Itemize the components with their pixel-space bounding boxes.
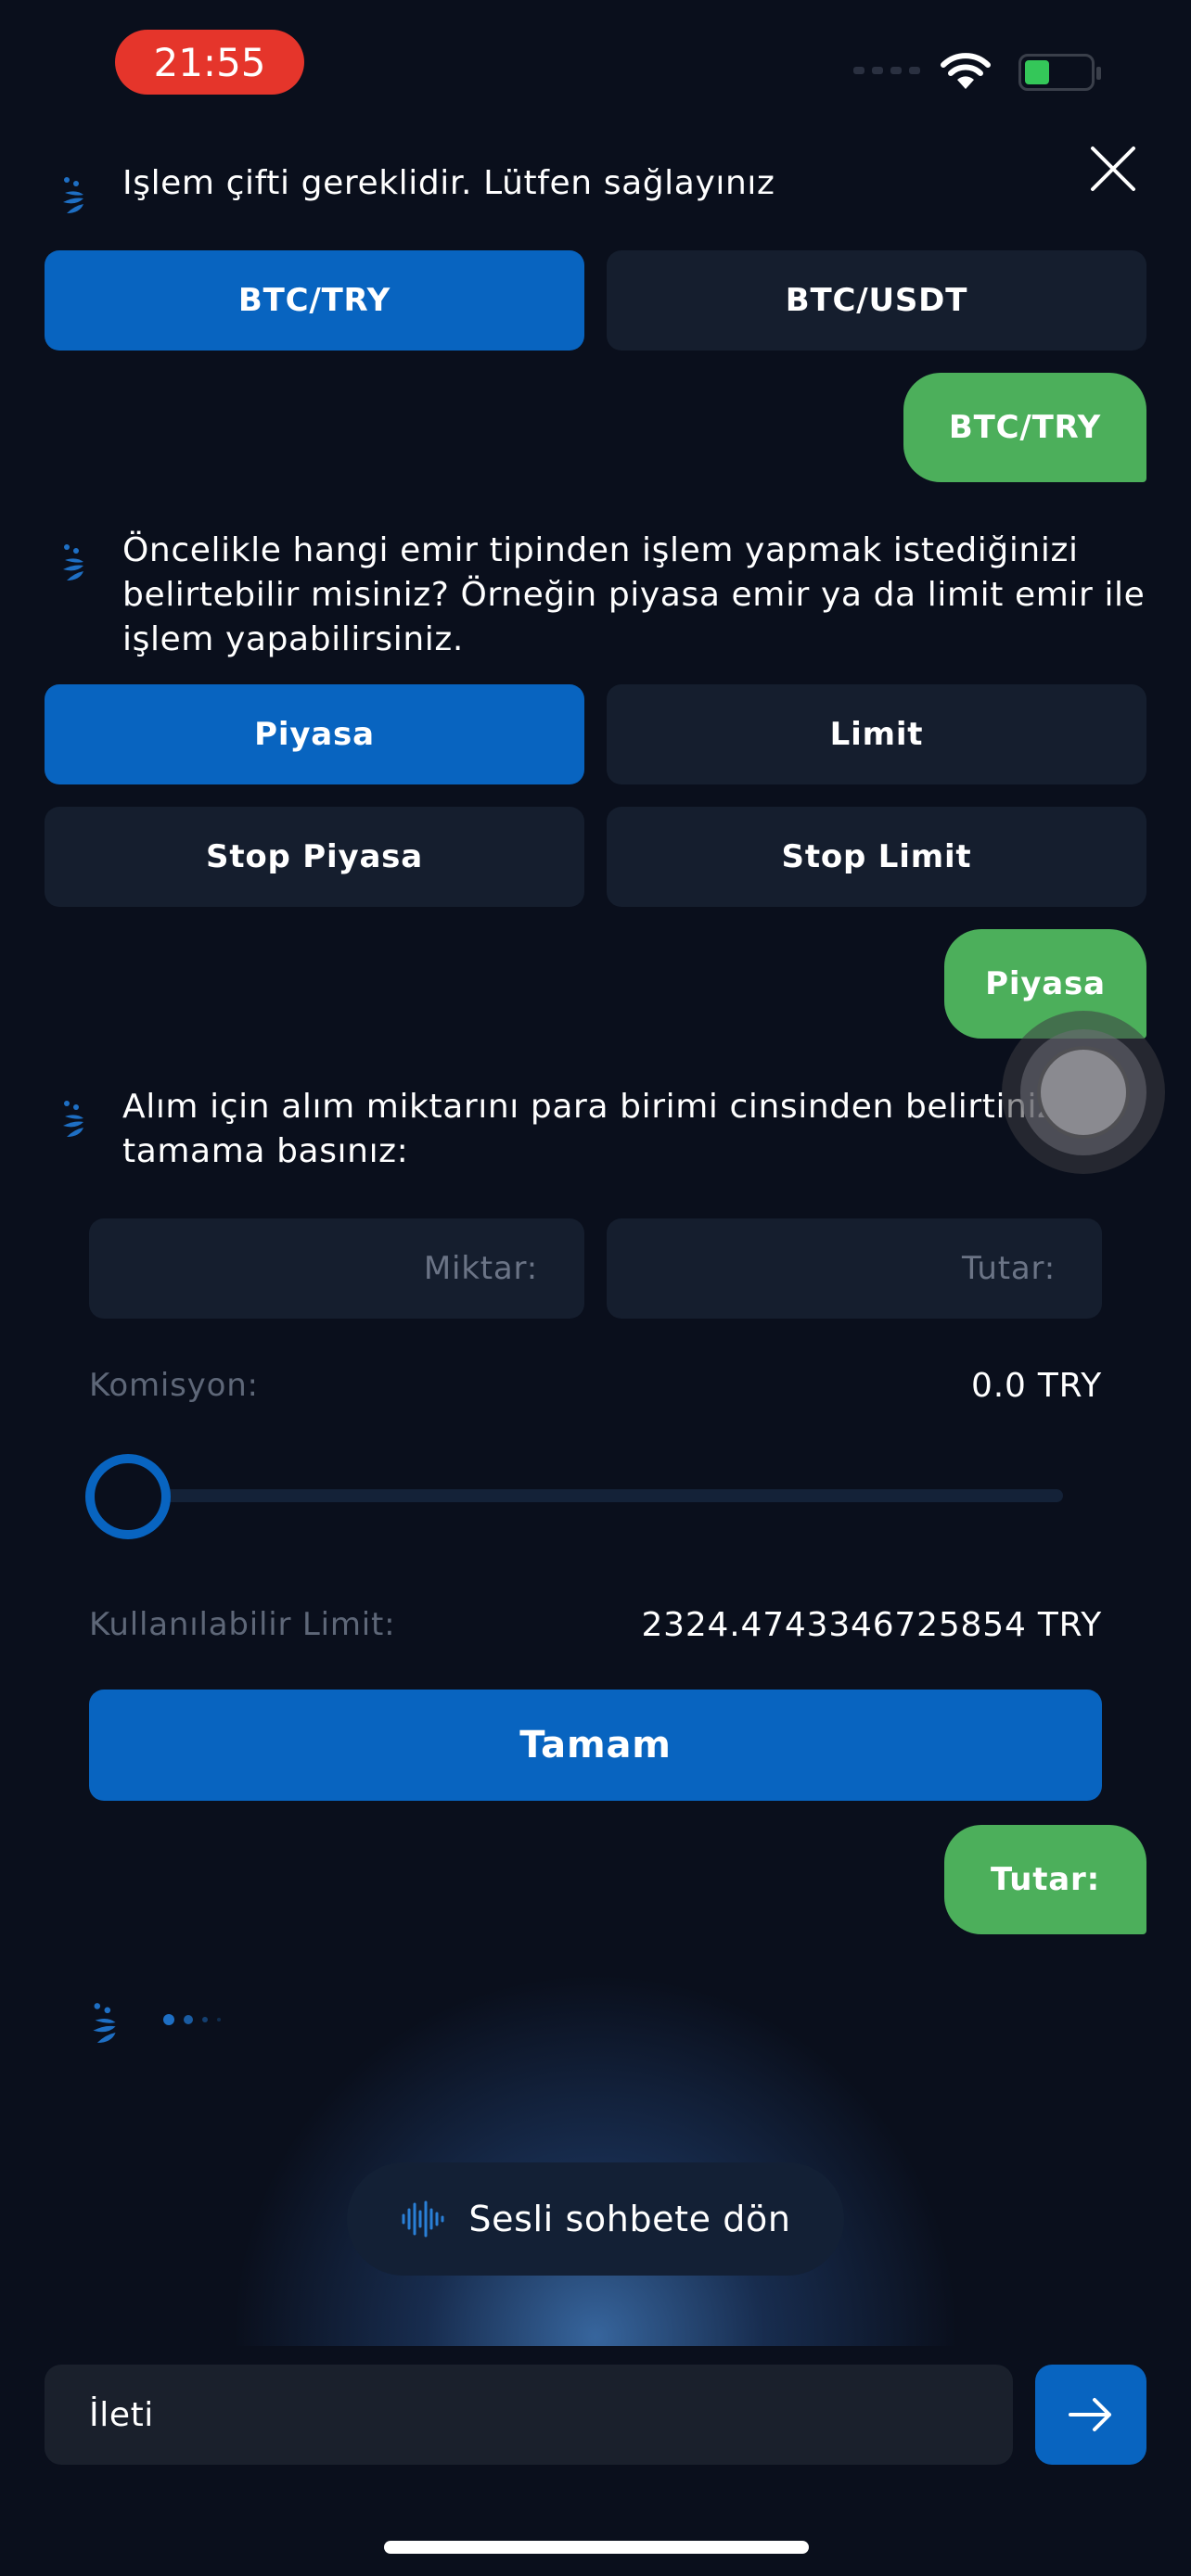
arrow-right-icon (1069, 2398, 1111, 2431)
assistant-message: Işlem çifti gereklidir. Lütfen sağlayını… (122, 164, 775, 202)
assistive-touch-button[interactable] (1002, 1011, 1165, 1174)
option-stop-limit[interactable]: Stop Limit (607, 807, 1146, 907)
option-piyasa[interactable]: Piyasa (45, 684, 584, 784)
option-btc-try[interactable]: BTC/TRY (45, 250, 584, 351)
wifi-icon (941, 53, 991, 89)
cellular-signal-icon (853, 67, 920, 74)
option-btc-usdt[interactable]: BTC/USDT (607, 250, 1146, 351)
voice-chat-label: Sesli sohbete dön (468, 2199, 791, 2239)
status-bar: 21:55 (0, 0, 1191, 130)
amount-slider-thumb[interactable] (85, 1454, 171, 1539)
user-message: BTC/TRY (903, 373, 1146, 482)
assistant-message: Alım için alım miktarını para birimi cin… (122, 1088, 1108, 1170)
amount-field[interactable]: Miktar: (89, 1218, 584, 1319)
amount-placeholder: Miktar: (423, 1250, 538, 1287)
total-placeholder: Tutar: (962, 1250, 1056, 1287)
option-stop-piyasa[interactable]: Stop Piyasa (45, 807, 584, 907)
commission-label: Komisyon: (89, 1367, 259, 1404)
option-limit[interactable]: Limit (607, 684, 1146, 784)
available-limit-value: 2324.4743346725854 TRY (641, 1606, 1102, 1644)
voice-chat-button[interactable]: Sesli sohbete dön (347, 2162, 844, 2276)
waveform-icon (402, 2200, 444, 2238)
battery-icon (1018, 54, 1101, 91)
assistant-logo-icon (63, 1101, 83, 1137)
status-time[interactable]: 21:55 (115, 30, 304, 95)
commission-value: 0.0 TRY (971, 1367, 1102, 1405)
available-limit-label: Kullanılabilir Limit: (89, 1606, 396, 1643)
confirm-button[interactable]: Tamam (89, 1690, 1102, 1801)
message-input[interactable] (45, 2365, 1013, 2465)
typing-indicator (163, 2014, 221, 2025)
home-indicator[interactable] (384, 2541, 809, 2554)
assistant-logo-icon (63, 544, 83, 580)
total-field[interactable]: Tutar: (607, 1218, 1102, 1319)
assistant-logo-icon (63, 177, 83, 213)
assistant-message: Öncelikle hangi emir tipinden işlem yapm… (122, 531, 1146, 658)
amount-slider-track[interactable] (130, 1489, 1063, 1502)
user-message: Tutar: (944, 1825, 1146, 1934)
send-button[interactable] (1035, 2365, 1146, 2465)
assistant-logo-icon (93, 2003, 116, 2043)
